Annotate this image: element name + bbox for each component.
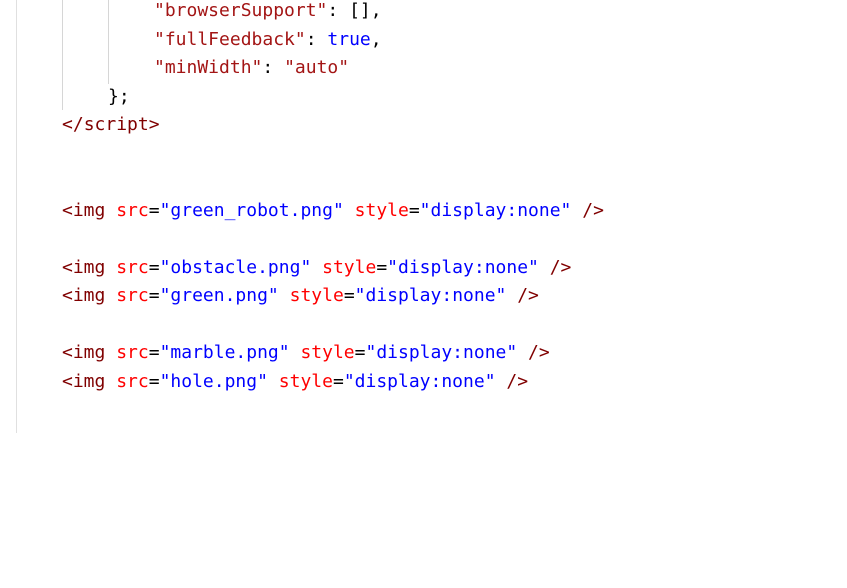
code-line: <img src="green_robot.png" style="displa…: [62, 200, 604, 221]
code-line: "fullFeedback": true,: [154, 29, 382, 50]
code-line: "minWidth": "auto": [154, 57, 350, 78]
editor-gutter-border: [16, 0, 17, 433]
code-line: <img src="marble.png" style="display:non…: [62, 342, 550, 363]
code-line: <img src="green.png" style="display:none…: [62, 285, 539, 306]
code-editor[interactable]: "browserSupport": [], "fullFeedback": tr…: [62, 0, 604, 588]
code-line: <img src="obstacle.png" style="display:n…: [62, 257, 572, 278]
code-line: </script>: [62, 114, 160, 135]
code-line: };: [108, 86, 130, 107]
indent-guide: [108, 0, 109, 84]
code-line: "browserSupport": [],: [154, 0, 382, 21]
code-line: <img src="hole.png" style="display:none"…: [62, 371, 529, 392]
